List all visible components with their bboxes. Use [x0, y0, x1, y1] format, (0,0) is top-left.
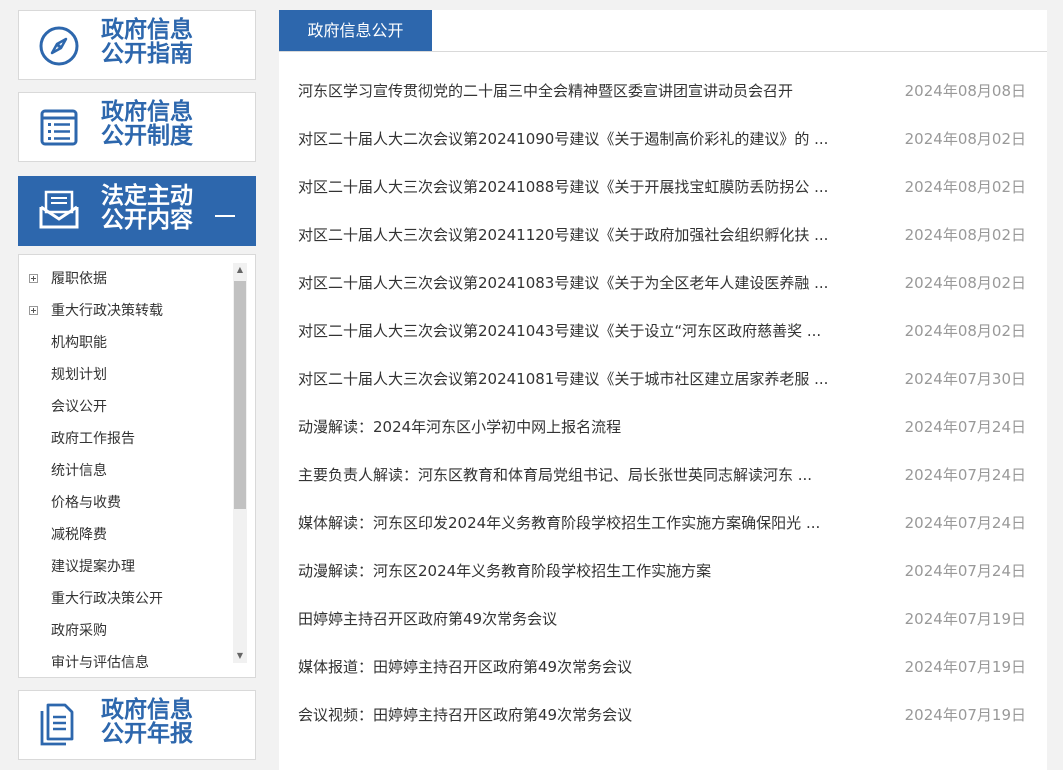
news-title-link[interactable]: 主要负责人解读：河东区教育和体育局党组书记、局长张世英同志解读河东 ... — [298, 464, 858, 486]
expand-plus-icon[interactable] — [29, 306, 38, 315]
news-item[interactable]: 对区二十届人大三次会议第20241088号建议《关于开展找宝虹膜防丢防拐公 ..… — [279, 164, 1047, 212]
tree-item-label: 政府采购 — [51, 623, 107, 639]
tree-scrollbar[interactable]: ▲ ▼ — [233, 263, 247, 663]
info-guide-button[interactable]: 政府信息 公开指南 — [18, 10, 256, 80]
news-item[interactable]: 河东区学习宣传贯彻党的二十届三中全会精神暨区委宣讲团宣讲动员会召开 2024年08… — [279, 68, 1047, 116]
tree-item-label: 会议公开 — [51, 399, 107, 415]
news-item[interactable]: 主要负责人解读：河东区教育和体育局党组书记、局长张世英同志解读河东 ... 202… — [279, 452, 1047, 500]
tree-item[interactable]: 会议公开 — [51, 397, 107, 417]
news-title-link[interactable]: 河东区学习宣传贯彻党的二十届三中全会精神暨区委宣讲团宣讲动员会召开 — [298, 80, 858, 102]
news-title-link[interactable]: 对区二十届人大三次会议第20241120号建议《关于政府加强社会组织孵化扶 ..… — [298, 224, 858, 246]
tree-item[interactable]: 机构职能 — [51, 333, 107, 353]
news-item[interactable]: 对区二十届人大三次会议第20241083号建议《关于为全区老年人建设医养融 ..… — [279, 260, 1047, 308]
news-item[interactable]: 对区二十届人大三次会议第20241081号建议《关于城市社区建立居家养老服 ..… — [279, 356, 1047, 404]
tree-item-label: 价格与收费 — [51, 495, 121, 511]
news-date: 2024年07月24日 — [904, 562, 1026, 580]
info-guide-title-line2: 公开指南 — [101, 41, 193, 67]
tree-item-label: 重大行政决策公开 — [51, 591, 163, 607]
news-title-link[interactable]: 动漫解读：河东区2024年义务教育阶段学校招生工作实施方案 — [298, 560, 858, 582]
news-date: 2024年07月24日 — [904, 418, 1026, 436]
news-title-link[interactable]: 对区二十届人大二次会议第20241090号建议《关于遏制高价彩礼的建议》的 ..… — [298, 128, 858, 150]
annual-report-button[interactable]: 政府信息 公开年报 — [18, 690, 256, 760]
annual-report-title-line2: 公开年报 — [101, 721, 193, 747]
news-title-link[interactable]: 媒体报道：田婷婷主持召开区政府第49次常务会议 — [298, 656, 858, 678]
info-system-title-line1: 政府信息 — [101, 99, 193, 125]
tree-item-label: 统计信息 — [51, 463, 107, 479]
news-title-link[interactable]: 对区二十届人大三次会议第20241088号建议《关于开展找宝虹膜防丢防拐公 ..… — [298, 176, 858, 198]
info-guide-title-line1: 政府信息 — [101, 17, 193, 43]
tree-item-label: 政府工作报告 — [51, 431, 135, 447]
info-system-title-line2: 公开制度 — [101, 123, 193, 149]
news-date: 2024年08月02日 — [904, 226, 1026, 244]
news-date: 2024年08月08日 — [904, 82, 1026, 100]
annual-report-title-line1: 政府信息 — [101, 697, 193, 723]
scroll-thumb[interactable] — [234, 281, 246, 509]
tree-item[interactable]: 政府工作报告 — [51, 429, 135, 449]
news-item[interactable]: 媒体报道：田婷婷主持召开区政府第49次常务会议 2024年07月19日 — [279, 644, 1047, 692]
news-title-link[interactable]: 对区二十届人大三次会议第20241043号建议《关于设立“河东区政府慈善奖 ..… — [298, 320, 858, 342]
expand-plus-icon[interactable] — [29, 274, 38, 283]
statutory-content-button[interactable]: 法定主动 公开内容 — [18, 176, 256, 246]
tree-item[interactable]: 重大行政决策公开 — [51, 589, 163, 609]
list-document-icon — [40, 109, 78, 146]
news-date: 2024年07月19日 — [904, 706, 1026, 724]
tree-item[interactable]: 统计信息 — [51, 461, 107, 481]
news-date: 2024年07月30日 — [904, 370, 1026, 388]
news-item[interactable]: 会议视频：田婷婷主持召开区政府第49次常务会议 2024年07月19日 — [279, 692, 1047, 740]
tree-item[interactable]: 重大行政决策转载 — [29, 301, 163, 321]
statutory-title-line1: 法定主动 — [101, 183, 193, 209]
tree-item-label: 重大行政决策转载 — [51, 303, 163, 319]
news-title-link[interactable]: 对区二十届人大三次会议第20241081号建议《关于城市社区建立居家养老服 ..… — [298, 368, 858, 390]
tree-item-label: 机构职能 — [51, 335, 107, 351]
news-date: 2024年07月19日 — [904, 658, 1026, 676]
tree-item-label: 规划计划 — [51, 367, 107, 383]
tree-item[interactable]: 政府采购 — [51, 621, 107, 641]
tree-item-label: 审计与评估信息 — [51, 655, 149, 671]
news-date: 2024年07月19日 — [904, 610, 1026, 628]
news-item[interactable]: 动漫解读：2024年河东区小学初中网上报名流程 2024年07月24日 — [279, 404, 1047, 452]
main-content: 政府信息公开 河东区学习宣传贯彻党的二十届三中全会精神暨区委宣讲团宣讲动员会召开… — [279, 10, 1047, 770]
news-date: 2024年08月02日 — [904, 178, 1026, 196]
scroll-up-arrow-icon[interactable]: ▲ — [233, 263, 247, 277]
news-date: 2024年07月24日 — [904, 466, 1026, 484]
scroll-down-arrow-icon[interactable]: ▼ — [233, 649, 247, 663]
info-system-button[interactable]: 政府信息 公开制度 — [18, 92, 256, 162]
tree-item[interactable]: 减税降费 — [51, 525, 107, 545]
tree-item[interactable]: 价格与收费 — [51, 493, 121, 513]
news-item[interactable]: 田婷婷主持召开区政府第49次常务会议 2024年07月19日 — [279, 596, 1047, 644]
tree-item-label: 减税降费 — [51, 527, 107, 543]
news-title-link[interactable]: 动漫解读：2024年河东区小学初中网上报名流程 — [298, 416, 858, 438]
news-date: 2024年08月02日 — [904, 322, 1026, 340]
news-title-link[interactable]: 媒体解读：河东区印发2024年义务教育阶段学校招生工作实施方案确保阳光 ... — [298, 512, 858, 534]
tab-bar: 政府信息公开 — [279, 10, 1047, 52]
news-title-link[interactable]: 会议视频：田婷婷主持召开区政府第49次常务会议 — [298, 704, 858, 726]
report-document-icon — [40, 703, 74, 746]
tree-item-label: 建议提案办理 — [51, 559, 135, 575]
news-item[interactable]: 对区二十届人大三次会议第20241043号建议《关于设立“河东区政府慈善奖 ..… — [279, 308, 1047, 356]
tree-item[interactable]: 审计与评估信息 — [51, 653, 149, 673]
tab-info-disclosure[interactable]: 政府信息公开 — [279, 10, 432, 51]
news-date: 2024年08月02日 — [904, 130, 1026, 148]
news-item[interactable]: 媒体解读：河东区印发2024年义务教育阶段学校招生工作实施方案确保阳光 ... 2… — [279, 500, 1047, 548]
news-date: 2024年08月02日 — [904, 274, 1026, 292]
news-item[interactable]: 对区二十届人大三次会议第20241120号建议《关于政府加强社会组织孵化扶 ..… — [279, 212, 1047, 260]
news-title-link[interactable]: 对区二十届人大三次会议第20241083号建议《关于为全区老年人建设医养融 ..… — [298, 272, 858, 294]
category-tree: 履职依据重大行政决策转载 机构职能规划计划会议公开政府工作报告 统计信息价格与收费减… — [18, 254, 256, 678]
compass-icon — [39, 26, 79, 66]
tree-item[interactable]: 建议提案办理 — [51, 557, 135, 577]
news-title-link[interactable]: 田婷婷主持召开区政府第49次常务会议 — [298, 608, 858, 630]
news-item[interactable]: 动漫解读：河东区2024年义务教育阶段学校招生工作实施方案 2024年07月24日 — [279, 548, 1047, 596]
news-date: 2024年07月24日 — [904, 514, 1026, 532]
tree-item-label: 履职依据 — [51, 271, 107, 287]
statutory-title-line2: 公开内容 — [101, 207, 193, 233]
news-item[interactable]: 对区二十届人大二次会议第20241090号建议《关于遏制高价彩礼的建议》的 ..… — [279, 116, 1047, 164]
tree-item[interactable]: 规划计划 — [51, 365, 107, 385]
mail-envelope-icon — [39, 190, 79, 229]
collapse-icon[interactable] — [215, 215, 235, 217]
tree-item[interactable]: 履职依据 — [29, 269, 107, 289]
